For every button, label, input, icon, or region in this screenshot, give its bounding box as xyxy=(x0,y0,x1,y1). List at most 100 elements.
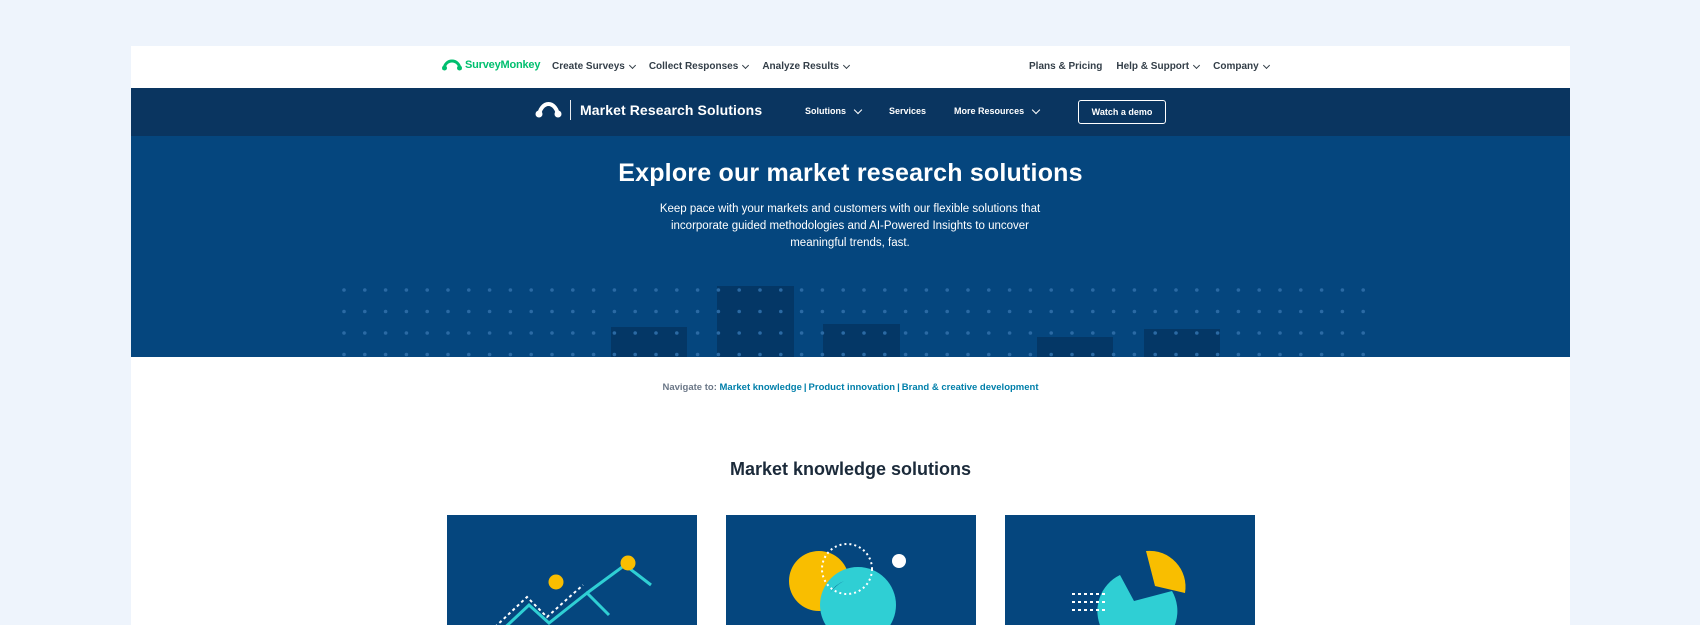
hero-dot xyxy=(1278,352,1282,357)
hero-dot xyxy=(571,309,575,314)
nav-collect-responses[interactable]: Collect Responses xyxy=(649,61,750,72)
hero-dot xyxy=(841,331,845,335)
nav-plans-pricing[interactable]: Plans & Pricing xyxy=(1029,61,1102,72)
hero-dot xyxy=(1070,352,1074,357)
chevron-down-icon xyxy=(1031,105,1041,114)
hero-dot xyxy=(467,352,471,357)
hero-dot xyxy=(758,288,762,292)
hero-dot xyxy=(799,331,804,335)
hero-dot xyxy=(820,288,825,292)
hero-dot xyxy=(1215,288,1220,292)
hero-dot xyxy=(1299,288,1303,292)
hero-dot xyxy=(508,331,513,335)
hero-dot xyxy=(571,288,575,292)
nav-company[interactable]: Company xyxy=(1213,61,1270,72)
sub-nav-more-resources[interactable]: More Resources xyxy=(954,105,1041,116)
hero-dot xyxy=(1153,331,1157,335)
hero-dot xyxy=(779,352,783,357)
hero-dot xyxy=(633,331,637,335)
hero-dot xyxy=(1091,288,1095,292)
hero-dot xyxy=(820,309,825,314)
hero-dot xyxy=(1153,309,1157,314)
hero-dot xyxy=(1049,309,1053,314)
hero-dot xyxy=(1278,309,1282,314)
hero-dot xyxy=(1049,288,1053,292)
hero-dot xyxy=(446,331,450,335)
hero-dot xyxy=(425,288,430,292)
link-market-knowledge[interactable]: Market knowledge xyxy=(720,382,802,393)
hero-dot xyxy=(1195,309,1199,314)
hero-banner: Explore our market research solutions Ke… xyxy=(131,136,1570,357)
hero-dot xyxy=(529,288,533,292)
hero-dot xyxy=(695,288,700,292)
hero-dot xyxy=(695,352,700,357)
hero-dot xyxy=(1361,352,1365,357)
pie-chart-illustration xyxy=(1072,550,1186,625)
nav-create-surveys[interactable]: Create Surveys xyxy=(552,61,636,72)
nav-plans-pricing-label: Plans & Pricing xyxy=(1029,61,1103,72)
global-nav-right: Plans & Pricing Help & Support Company xyxy=(1029,61,1283,72)
surveymonkey-logo-icon xyxy=(442,59,462,71)
hero-dot xyxy=(987,352,991,357)
hero-dot xyxy=(987,309,991,314)
hero-dot xyxy=(695,331,700,335)
hero-dot xyxy=(799,309,804,314)
hero-dot xyxy=(425,331,430,335)
hero-dot xyxy=(924,331,929,335)
hero-dot xyxy=(862,352,866,357)
hero-dot xyxy=(716,288,721,292)
trend-line-illustration xyxy=(495,555,652,625)
hero-dot xyxy=(1278,288,1282,292)
hero-dot xyxy=(1257,309,1261,314)
hero-dot xyxy=(1361,331,1365,335)
hero-dot xyxy=(841,309,845,314)
chevron-down-icon xyxy=(742,61,750,69)
hero-dot xyxy=(966,309,970,314)
hero-dot xyxy=(383,309,388,314)
hero-dot xyxy=(1049,331,1053,335)
hero-dot xyxy=(841,288,845,292)
hero-dot xyxy=(1215,309,1220,314)
link-separator: | xyxy=(803,382,807,393)
hero-dot xyxy=(1278,331,1282,335)
hero-dot xyxy=(654,331,658,335)
hero-dot xyxy=(966,331,970,335)
nav-create-surveys-label: Create Surveys xyxy=(552,61,625,72)
hero-dot xyxy=(591,352,596,357)
hero-dot xyxy=(799,352,804,357)
hero-dot xyxy=(945,309,949,314)
product-brand[interactable]: Market Research Solutions xyxy=(535,100,762,120)
nav-help-support[interactable]: Help & Support xyxy=(1116,61,1201,72)
sub-nav-links: Solutions Services More Resources xyxy=(805,105,1067,116)
sub-nav-services[interactable]: Services xyxy=(889,106,926,116)
solution-card-pie[interactable] xyxy=(1005,515,1255,625)
hero-dot xyxy=(883,331,887,335)
sub-nav-solutions[interactable]: Solutions xyxy=(805,105,863,116)
hero-dot xyxy=(404,331,409,335)
nav-analyze-results-label: Analyze Results xyxy=(762,61,840,72)
hero-dot xyxy=(1195,288,1199,292)
link-product-innovation[interactable]: Product innovation xyxy=(809,382,896,393)
surveymonkey-logo[interactable]: SurveyMonkey xyxy=(442,59,540,71)
hero-dot xyxy=(508,309,513,314)
link-separator: | xyxy=(897,382,900,393)
hero-dot xyxy=(675,288,679,292)
hero-dot xyxy=(1007,331,1012,335)
hero-dot xyxy=(758,352,762,357)
hero-dot xyxy=(363,309,367,314)
hero-dot xyxy=(1340,288,1345,292)
nav-analyze-results[interactable]: Analyze Results xyxy=(762,61,851,72)
hero-dot xyxy=(675,352,679,357)
solution-card-venn[interactable] xyxy=(726,515,976,625)
hero-dot xyxy=(1111,309,1116,314)
hero-dot xyxy=(363,288,367,292)
hero-dot xyxy=(425,352,430,357)
hero-dot xyxy=(467,288,471,292)
hero-dot xyxy=(779,331,783,335)
watch-demo-button[interactable]: Watch a demo xyxy=(1078,100,1166,124)
hero-dot xyxy=(467,331,471,335)
solution-card-trend[interactable] xyxy=(447,515,697,625)
hero-dot xyxy=(1195,331,1199,335)
link-brand-creative[interactable]: Brand & creative development xyxy=(902,382,1039,393)
hero-dot xyxy=(1007,288,1012,292)
